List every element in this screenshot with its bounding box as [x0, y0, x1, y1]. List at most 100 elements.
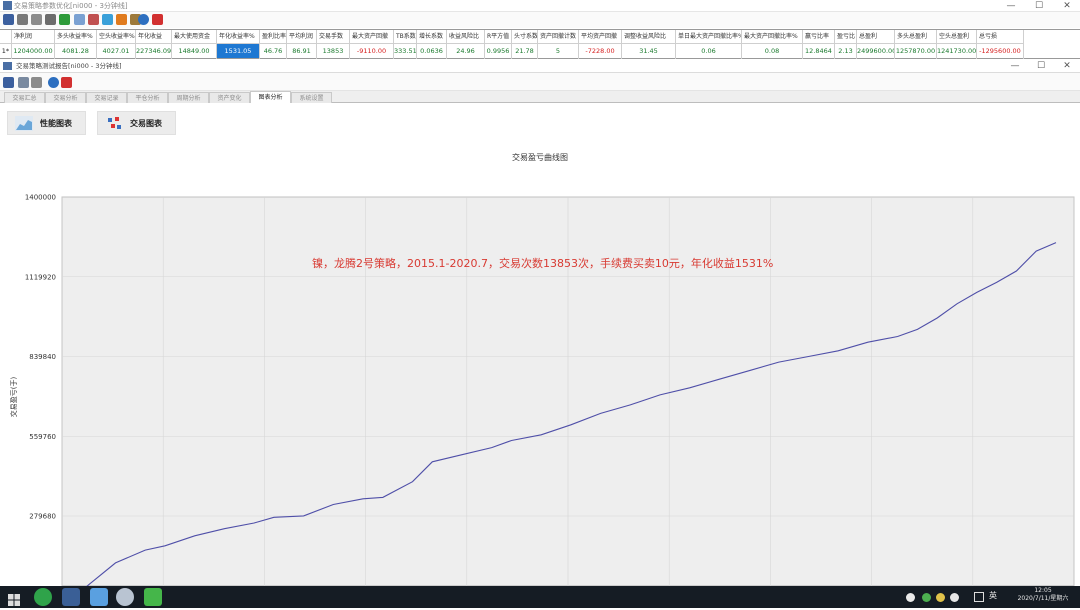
- browser-icon[interactable]: [34, 588, 52, 606]
- taskbar-clock[interactable]: 12:05 2020/7/11/星期六: [1010, 587, 1076, 603]
- tab[interactable]: 平仓分析: [127, 92, 168, 103]
- performance-chart-button[interactable]: 性能图表: [7, 111, 86, 135]
- stat-column[interactable]: 多头收益率% 4081.28: [55, 30, 97, 59]
- stat-column[interactable]: 总亏损 -1295600.00: [977, 30, 1024, 59]
- stat-header[interactable]: 收益风险比: [447, 30, 484, 44]
- print-icon[interactable]: [31, 14, 42, 25]
- inner-close-button[interactable]: ✕: [1054, 60, 1080, 72]
- stat-value: 21.78: [515, 47, 534, 55]
- chart-icon[interactable]: [74, 14, 85, 25]
- tray-app-icon[interactable]: [950, 593, 959, 602]
- tab[interactable]: 系统设置: [291, 92, 332, 103]
- stat-column[interactable]: 空头总盈利 1241730.00: [937, 30, 977, 59]
- tab[interactable]: 资产变化: [209, 92, 250, 103]
- stat-column[interactable]: 平均利润 86.91: [287, 30, 317, 59]
- stat-header[interactable]: 资产回撤计数: [538, 30, 578, 44]
- stat-column[interactable]: 收益风险比 24.96: [447, 30, 485, 59]
- stat-header[interactable]: 平均利润: [287, 30, 316, 44]
- print-icon[interactable]: [31, 77, 42, 88]
- trading-app-icon[interactable]: [62, 588, 80, 606]
- stat-header[interactable]: 调整收益风险比: [622, 30, 675, 44]
- copy-icon[interactable]: [18, 77, 29, 88]
- stat-header[interactable]: 年化收益: [136, 30, 171, 44]
- stats-grid: 1* 净利润 1204000.00 多头收益率% 4081.28 空头收益率% 4027.…: [0, 29, 1080, 59]
- tab[interactable]: 图表分析: [250, 91, 291, 103]
- stat-column[interactable]: 调整收益风险比 31.45: [622, 30, 676, 59]
- tray-icon[interactable]: [906, 593, 915, 602]
- start-icon[interactable]: [8, 591, 20, 606]
- tab[interactable]: 交易分析: [45, 92, 86, 103]
- app-icon-taskbar[interactable]: [116, 588, 134, 606]
- stat-column[interactable]: 单日最大资产回撤比率% 0.06: [676, 30, 742, 59]
- stat-column[interactable]: 净利润 1204000.00: [12, 30, 55, 59]
- stat-header[interactable]: 增长系数: [417, 30, 446, 44]
- tab[interactable]: 交易记录: [86, 92, 127, 103]
- stat-column[interactable]: 总盈利 2499600.00: [857, 30, 895, 59]
- stat-column[interactable]: 头寸系数 21.78: [512, 30, 538, 59]
- stat-column[interactable]: 资产回撤计数 5: [538, 30, 579, 59]
- stat-column[interactable]: 赢亏比率 12.8464: [803, 30, 835, 59]
- stat-header[interactable]: 平均资产回撤: [579, 30, 621, 44]
- wechat-icon[interactable]: [144, 588, 162, 606]
- stat-column[interactable]: TB系数 333.51: [394, 30, 417, 59]
- stat-column[interactable]: 年化收益 227346.09: [136, 30, 172, 59]
- stat-header[interactable]: 最大资产回撤比率%: [742, 30, 802, 44]
- stat-header[interactable]: 盈亏比: [835, 30, 856, 44]
- settings-icon[interactable]: [45, 14, 56, 25]
- tab[interactable]: 周期分析: [168, 92, 209, 103]
- stat-column[interactable]: 最大使用资金 14849.00: [172, 30, 217, 59]
- stat-column[interactable]: 交易手数 13853: [317, 30, 350, 59]
- stat-header[interactable]: 头寸系数: [512, 30, 537, 44]
- stat-header[interactable]: 最大资产回撤: [350, 30, 393, 44]
- stat-header[interactable]: 交易手数: [317, 30, 349, 44]
- stat-column[interactable]: 最大资产回撤 -9110.00: [350, 30, 394, 59]
- stat-header[interactable]: 盈利比率: [260, 30, 286, 44]
- stat-column[interactable]: 平均资产回撤 -7228.00: [579, 30, 622, 59]
- maximize-button[interactable]: ☐: [1026, 0, 1052, 12]
- stat-column[interactable]: 盈利比率 46.76: [260, 30, 287, 59]
- trade-chart-button[interactable]: 交易图表: [97, 111, 176, 135]
- stat-column[interactable]: 最大资产回撤比率% 0.08: [742, 30, 803, 59]
- refresh-icon[interactable]: [59, 14, 70, 25]
- stat-value: -7228.00: [585, 47, 615, 55]
- tab[interactable]: 交易汇总: [4, 92, 45, 103]
- stat-header[interactable]: 多头总盈利: [895, 30, 936, 44]
- exit-icon[interactable]: [61, 77, 72, 88]
- stat-header[interactable]: 空头总盈利: [937, 30, 976, 44]
- stat-header[interactable]: 年化收益率%: [217, 30, 259, 44]
- stat-header[interactable]: 最大使用资金: [172, 30, 216, 44]
- stat-header[interactable]: 单日最大资产回撤比率%: [676, 30, 741, 44]
- copy-icon[interactable]: [17, 14, 28, 25]
- input-method-indicator[interactable]: 英: [989, 590, 997, 601]
- help-icon[interactable]: [48, 77, 59, 88]
- stat-column[interactable]: 增长系数 0.0636: [417, 30, 447, 59]
- files-icon[interactable]: [90, 588, 108, 606]
- stat-header[interactable]: 多头收益率%: [55, 30, 96, 44]
- tray-app-icon[interactable]: [936, 593, 945, 602]
- stat-column[interactable]: 年化收益率% 1531.05: [217, 30, 260, 59]
- report-icon[interactable]: [88, 14, 99, 25]
- stat-column[interactable]: 盈亏比 2.13: [835, 30, 857, 59]
- inner-maximize-button[interactable]: ☐: [1028, 60, 1054, 72]
- close-button[interactable]: ✕: [1054, 0, 1080, 12]
- tray-app-icon[interactable]: [922, 593, 931, 602]
- line-chart-icon[interactable]: [102, 14, 113, 25]
- save-icon[interactable]: [3, 77, 14, 88]
- stat-header[interactable]: R平方值: [485, 30, 511, 44]
- exit-icon[interactable]: [152, 14, 163, 25]
- stat-header[interactable]: 总亏损: [977, 30, 1023, 44]
- help-icon[interactable]: [138, 14, 149, 25]
- stat-column[interactable]: 多头总盈利 1257870.00: [895, 30, 937, 59]
- stat-header[interactable]: 赢亏比率: [803, 30, 834, 44]
- bar-chart-icon[interactable]: [116, 14, 127, 25]
- stat-header[interactable]: 净利润: [12, 30, 54, 44]
- stat-column[interactable]: 空头收益率% 4027.01: [97, 30, 136, 59]
- stat-header[interactable]: TB系数: [394, 30, 416, 44]
- stat-column[interactable]: R平方值 0.9956: [485, 30, 512, 59]
- inner-minimize-button[interactable]: —: [1002, 60, 1028, 72]
- stat-header[interactable]: 空头收益率%: [97, 30, 135, 44]
- save-icon[interactable]: [3, 14, 14, 25]
- stat-header[interactable]: 总盈利: [857, 30, 894, 44]
- minimize-button[interactable]: —: [998, 0, 1024, 12]
- volume-icon[interactable]: [974, 592, 984, 602]
